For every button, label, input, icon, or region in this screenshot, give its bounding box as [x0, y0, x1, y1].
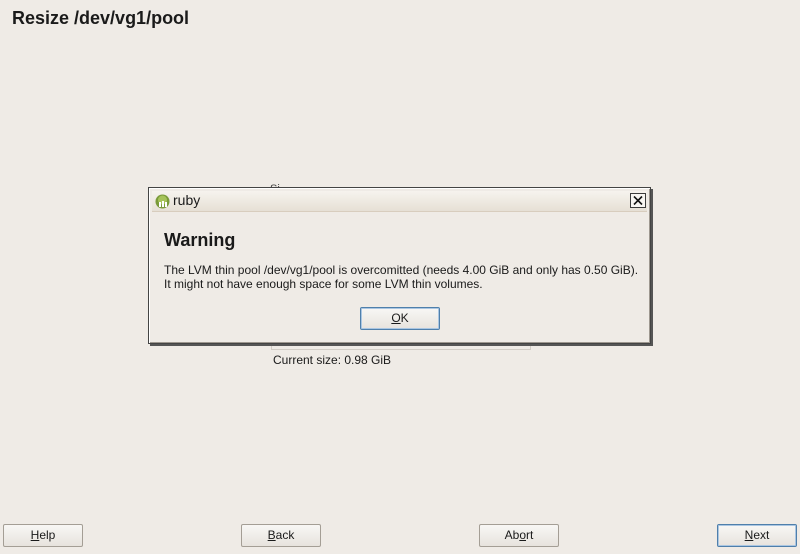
ok-mnemonic: O: [391, 311, 401, 325]
abort-mnemonic: o: [519, 528, 527, 542]
help-label: elp: [39, 528, 56, 542]
close-button[interactable]: [630, 193, 646, 208]
back-label: ack: [275, 528, 295, 542]
next-button[interactable]: Next: [717, 524, 797, 547]
dialog-message-line-1: The LVM thin pool /dev/vg1/pool is overc…: [164, 263, 639, 277]
abort-label-pre: Ab: [504, 528, 520, 542]
dialog-message-line-2: It might not have enough space for some …: [164, 277, 483, 291]
back-button[interactable]: Back: [241, 524, 321, 547]
abort-label: rt: [526, 528, 534, 542]
abort-button[interactable]: Abort: [479, 524, 559, 547]
dialog-titlebar[interactable]: ruby: [152, 191, 647, 212]
back-mnemonic: B: [267, 528, 276, 542]
ok-button[interactable]: OK: [360, 307, 440, 330]
dialog-message: The LVM thin pool /dev/vg1/pool is overc…: [164, 263, 638, 291]
close-icon: [633, 195, 643, 206]
dialog-window-title: ruby: [173, 192, 201, 208]
page-title: Resize /dev/vg1/pool: [12, 8, 190, 28]
ok-label: K: [400, 311, 409, 325]
warning-dialog: ruby Warning The LVM thin pool /dev/vg1/…: [148, 187, 651, 344]
help-button[interactable]: Help: [3, 524, 83, 547]
next-label: ext: [753, 528, 770, 542]
dialog-heading: Warning: [164, 230, 236, 250]
ruby-icon: [155, 194, 170, 209]
current-size-label: Current size: 0.98 GiB: [273, 353, 392, 367]
